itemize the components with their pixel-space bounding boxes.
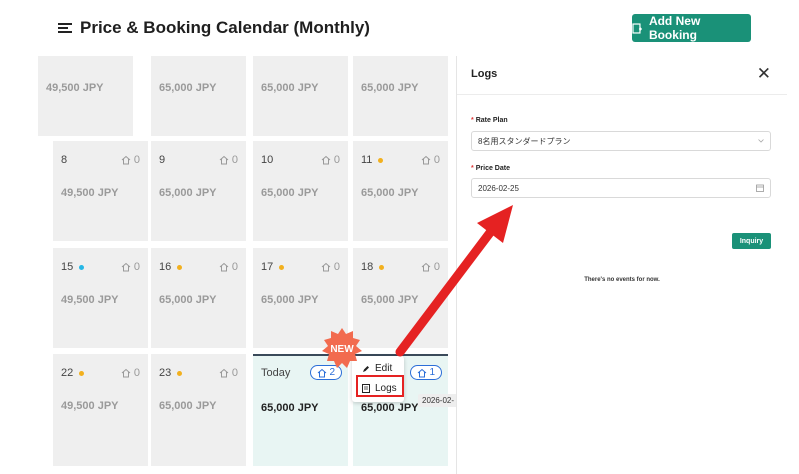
new-badge: NEW bbox=[322, 328, 362, 368]
calendar-cell[interactable]: 8 0 49,500 JPY bbox=[53, 141, 148, 241]
room-count: 0 bbox=[121, 367, 140, 379]
cell-price: 65,000 JPY bbox=[159, 82, 217, 94]
calendar-cell[interactable]: 15 0 49,500 JPY bbox=[53, 248, 148, 348]
cell-price: 49,500 JPY bbox=[46, 82, 104, 94]
status-dot bbox=[177, 370, 183, 376]
cell-date: 17 bbox=[261, 261, 285, 273]
price-date-label: * Price Date bbox=[471, 165, 510, 172]
cell-price: 49,500 JPY bbox=[61, 187, 119, 199]
menu-icon bbox=[58, 22, 72, 34]
cell-date: Today bbox=[261, 367, 291, 379]
cell-date: 15 bbox=[61, 261, 85, 273]
cell-date: 9 bbox=[159, 154, 166, 166]
cell-date: 18 bbox=[361, 261, 385, 273]
room-count: 0 bbox=[121, 154, 140, 166]
add-booking-icon bbox=[632, 22, 642, 34]
cell-date: 10 bbox=[261, 154, 274, 166]
empty-state-text: There's no events for now. bbox=[584, 277, 660, 283]
calendar-cell[interactable]: 22 0 49,500 JPY bbox=[53, 354, 148, 466]
svg-text:NEW: NEW bbox=[330, 344, 354, 355]
chevron-down-icon bbox=[758, 139, 764, 143]
rate-plan-select[interactable]: 8名用スタンダードプラン bbox=[471, 131, 771, 151]
edit-icon bbox=[363, 365, 369, 372]
room-count: 0 bbox=[219, 154, 238, 166]
status-dot bbox=[378, 157, 384, 163]
add-new-booking-button[interactable]: Add New Booking bbox=[632, 14, 751, 42]
home-icon bbox=[421, 155, 431, 165]
cell-date: 8 bbox=[61, 154, 68, 166]
room-count-badge[interactable]: 1 bbox=[410, 365, 442, 380]
calendar-cell[interactable]: 23 0 65,000 JPY bbox=[151, 354, 246, 466]
logs-panel-title: Logs bbox=[471, 68, 498, 80]
cell-price: 49,500 JPY bbox=[61, 400, 119, 412]
calendar-cell[interactable]: 16 0 65,000 JPY bbox=[151, 248, 246, 348]
cell-price: 65,000 JPY bbox=[261, 187, 319, 199]
cell-price: 65,000 JPY bbox=[361, 187, 419, 199]
price-date-input[interactable]: 2026-02-25 bbox=[471, 178, 771, 198]
cell-price: 65,000 JPY bbox=[261, 82, 319, 94]
calendar-cell[interactable]: 18 0 65,000 JPY bbox=[353, 248, 448, 348]
calendar-icon bbox=[756, 184, 764, 192]
calendar-cell[interactable]: 65,000 JPY bbox=[253, 56, 348, 136]
cell-price: 65,000 JPY bbox=[159, 294, 217, 306]
status-dot bbox=[279, 264, 285, 270]
calendar-cell[interactable]: 9 0 65,000 JPY bbox=[151, 141, 246, 241]
home-icon bbox=[121, 262, 131, 272]
home-icon bbox=[219, 368, 229, 378]
close-icon[interactable]: ✕ bbox=[757, 64, 771, 84]
calendar-cell[interactable]: 10 0 65,000 JPY bbox=[253, 141, 348, 241]
cell-price: 49,500 JPY bbox=[61, 294, 119, 306]
page-header: Price & Booking Calendar (Monthly) bbox=[58, 18, 370, 38]
status-dot bbox=[79, 370, 85, 376]
status-dot bbox=[79, 264, 85, 270]
status-dot bbox=[379, 264, 385, 270]
cell-price: 65,000 JPY bbox=[261, 402, 319, 414]
room-count: 0 bbox=[321, 261, 340, 273]
cell-date: 16 bbox=[159, 261, 183, 273]
page-title: Price & Booking Calendar (Monthly) bbox=[80, 18, 370, 37]
rate-plan-label: * Rate Plan bbox=[471, 117, 508, 124]
calendar-cell[interactable]: 11 0 65,000 JPY bbox=[353, 141, 448, 241]
cell-price: 65,000 JPY bbox=[361, 402, 419, 414]
cell-price: 65,000 JPY bbox=[159, 187, 217, 199]
calendar-grid: 49,500 JPY 65,000 JPY 65,000 JPY 65,000 … bbox=[38, 56, 458, 466]
room-count: 0 bbox=[121, 261, 140, 273]
home-icon bbox=[219, 155, 229, 165]
cell-date: 11 bbox=[361, 154, 384, 166]
room-count: 0 bbox=[421, 261, 440, 273]
room-count: 0 bbox=[219, 367, 238, 379]
home-icon bbox=[321, 155, 331, 165]
home-icon bbox=[421, 262, 431, 272]
menu-item-edit[interactable]: Edit bbox=[362, 363, 392, 374]
calendar-cell[interactable]: 65,000 JPY bbox=[353, 56, 448, 136]
panel-divider bbox=[457, 94, 787, 95]
home-icon bbox=[318, 368, 327, 377]
room-count: 0 bbox=[421, 154, 440, 166]
calendar-cell-today[interactable]: Today 2 65,000 JPY bbox=[253, 354, 348, 466]
room-count: 0 bbox=[321, 154, 340, 166]
cell-price: 65,000 JPY bbox=[361, 294, 419, 306]
cell-date: 23 bbox=[159, 367, 183, 379]
logs-panel: Logs ✕ * Rate Plan 8名用スタンダードプラン * Price Da… bbox=[456, 56, 787, 474]
inquiry-button[interactable]: Inquiry bbox=[732, 233, 771, 249]
home-icon bbox=[121, 368, 131, 378]
status-dot bbox=[177, 264, 183, 270]
home-icon bbox=[219, 262, 229, 272]
home-icon bbox=[321, 262, 331, 272]
cell-price: 65,000 JPY bbox=[361, 82, 419, 94]
home-icon bbox=[418, 368, 427, 377]
calendar-cell[interactable]: 65,000 JPY bbox=[151, 56, 246, 136]
cell-date: 22 bbox=[61, 367, 85, 379]
cell-price: 65,000 JPY bbox=[159, 400, 217, 412]
calendar-cell[interactable]: 49,500 JPY bbox=[38, 56, 133, 136]
cell-price: 65,000 JPY bbox=[261, 294, 319, 306]
logs-highlight-box bbox=[356, 375, 404, 397]
add-new-booking-label: Add New Booking bbox=[648, 14, 701, 42]
home-icon bbox=[121, 155, 131, 165]
room-count: 0 bbox=[219, 261, 238, 273]
